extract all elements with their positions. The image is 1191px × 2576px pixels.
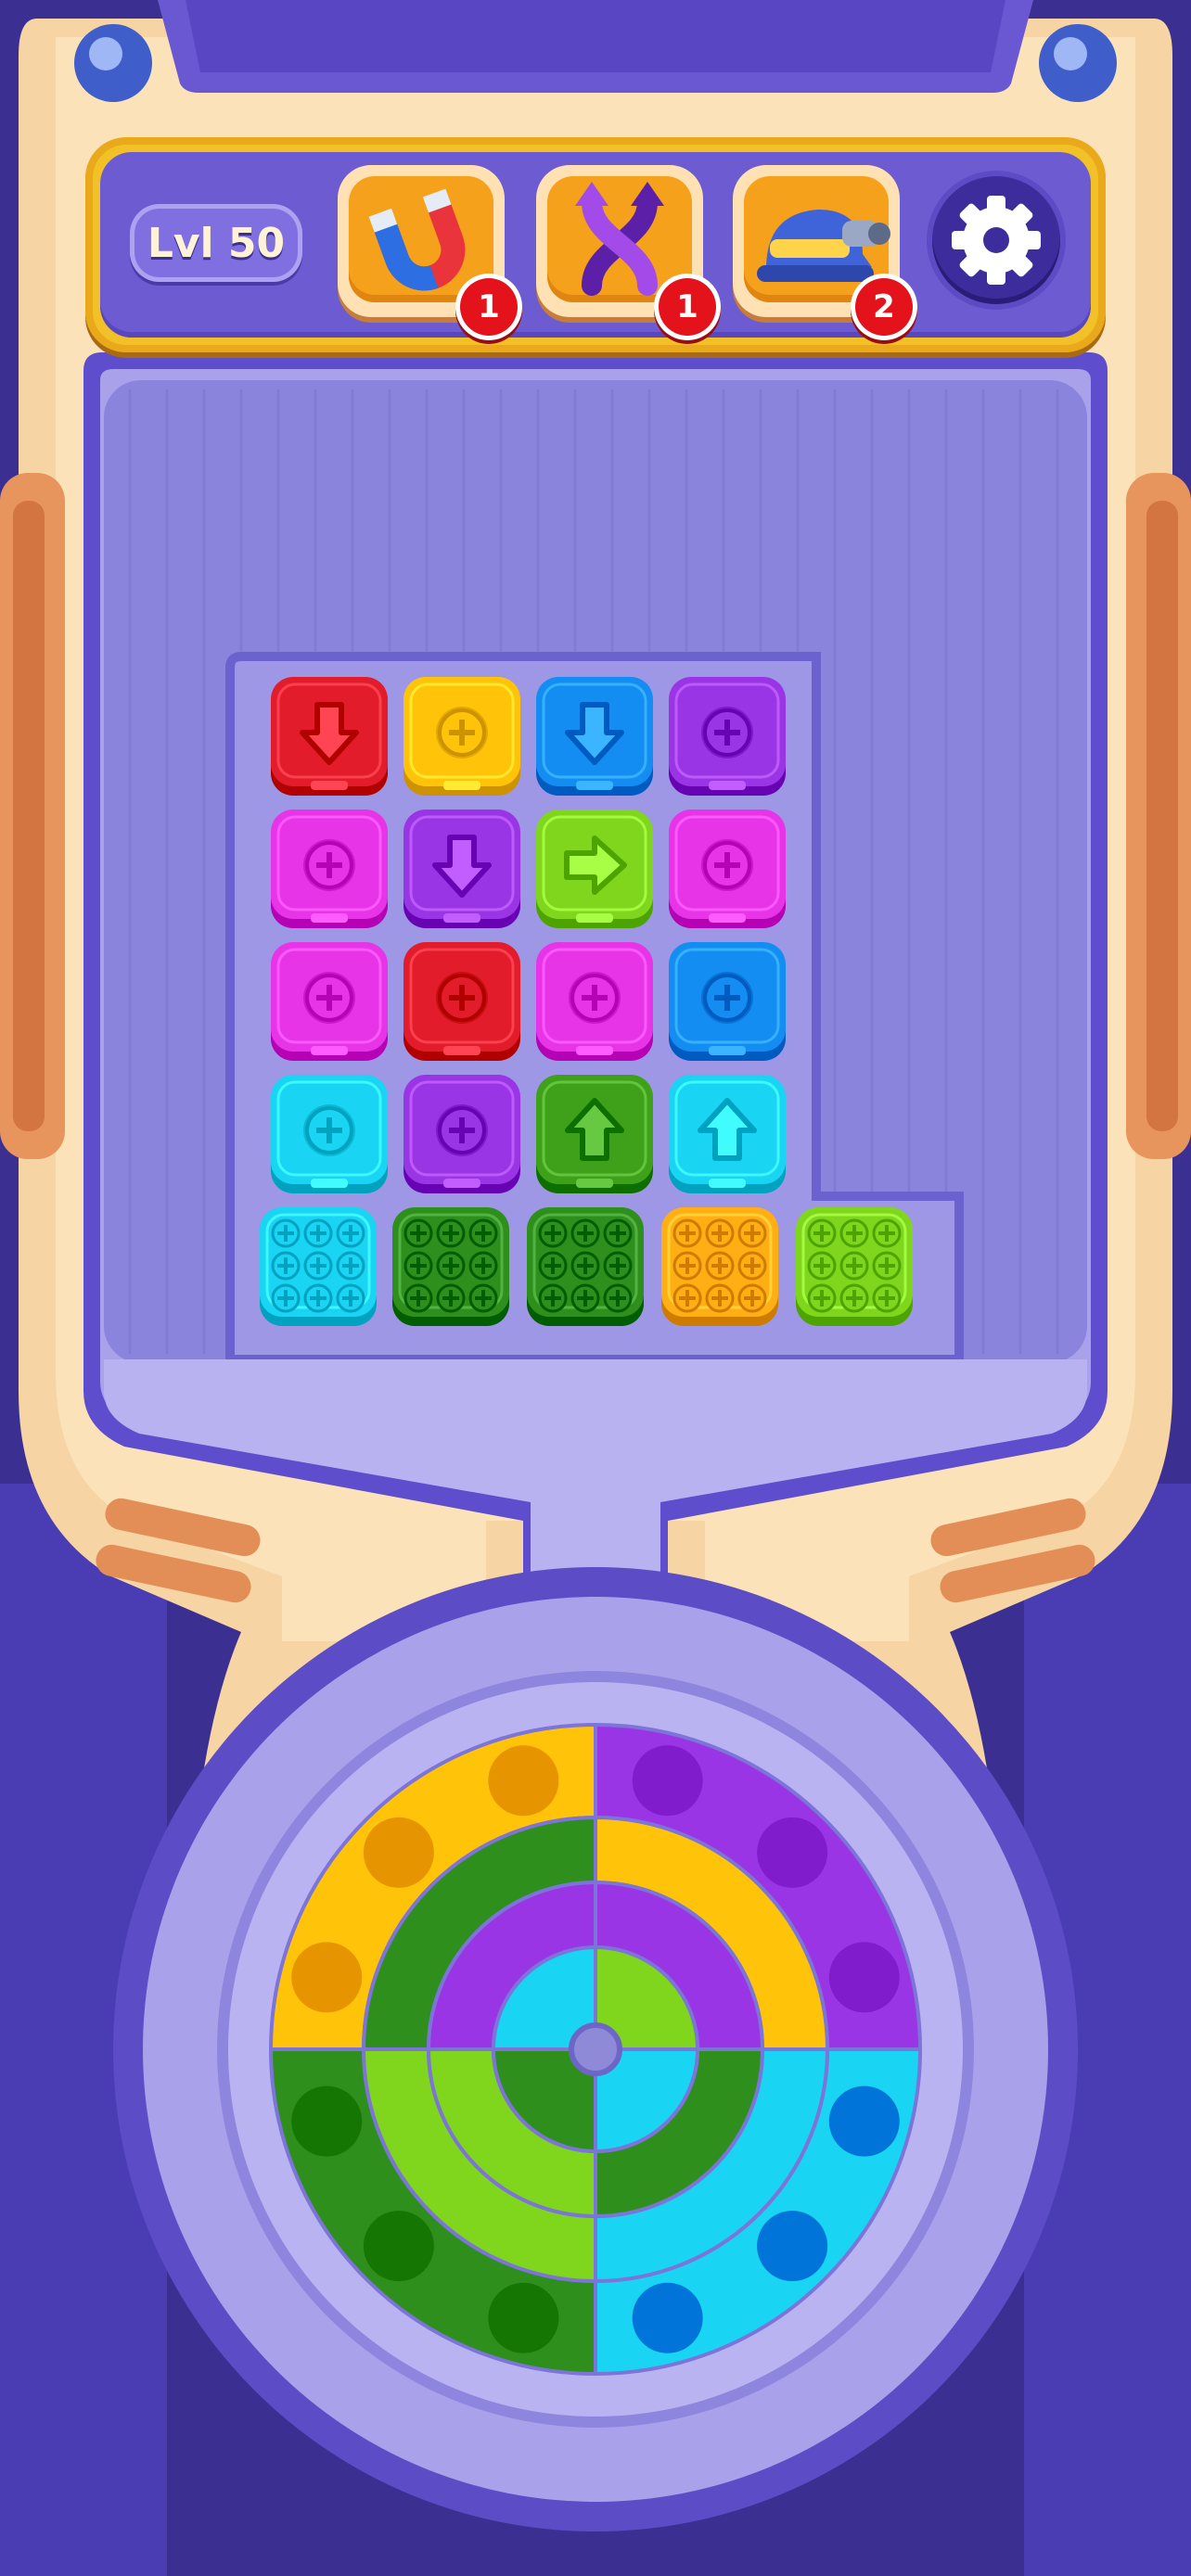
magenta-screw-tile[interactable]: [269, 810, 390, 928]
hard-hat-booster-button[interactable]: 2: [733, 165, 913, 336]
purple-arrow-down-tile[interactable]: [402, 810, 522, 928]
cyan-screw-tile[interactable]: [269, 1075, 390, 1193]
green-arrow-up-tile[interactable]: [534, 1075, 655, 1193]
cyan-arrow-up-tile[interactable]: [667, 1075, 788, 1193]
magnet-count: 1: [478, 288, 500, 325]
lime-screw-grid-tile[interactable]: [794, 1207, 915, 1326]
blue-screw-tile[interactable]: [667, 942, 788, 1061]
magnet-count-badge: 1: [460, 278, 518, 336]
magnet-booster-button[interactable]: 1: [338, 165, 518, 336]
magenta-screw-tile[interactable]: [534, 942, 655, 1061]
settings-button[interactable]: [932, 176, 1060, 304]
magenta-screw-tile[interactable]: [269, 942, 390, 1061]
twist-booster-button[interactable]: 1: [536, 165, 716, 336]
yellow-screw-tile[interactable]: [402, 677, 522, 796]
lime-arrow-right-tile[interactable]: [534, 810, 655, 928]
red-arrow-down-tile[interactable]: [269, 677, 390, 796]
hard-hat-count: 2: [873, 288, 895, 325]
gear-icon: [952, 196, 1041, 285]
level-indicator: Lvl 50: [130, 204, 302, 282]
cyan-screw-grid-tile[interactable]: [258, 1207, 378, 1326]
game-screen: Lvl 50 1 1 2: [0, 0, 1191, 2576]
darkgreen-screw-grid-tile[interactable]: [391, 1207, 511, 1326]
level-label: Lvl 50: [147, 219, 286, 267]
hard-hat-count-badge: 2: [855, 278, 913, 336]
purple-screw-tile[interactable]: [667, 677, 788, 796]
darkgreen-screw-grid-tile[interactable]: [525, 1207, 646, 1326]
orange-screw-grid-tile[interactable]: [660, 1207, 780, 1326]
blue-arrow-down-tile[interactable]: [534, 677, 655, 796]
purple-screw-tile[interactable]: [402, 1075, 522, 1193]
twist-count: 1: [676, 288, 698, 325]
red-screw-tile[interactable]: [402, 942, 522, 1061]
twist-count-badge: 1: [659, 278, 716, 336]
magenta-screw-tile[interactable]: [667, 810, 788, 928]
